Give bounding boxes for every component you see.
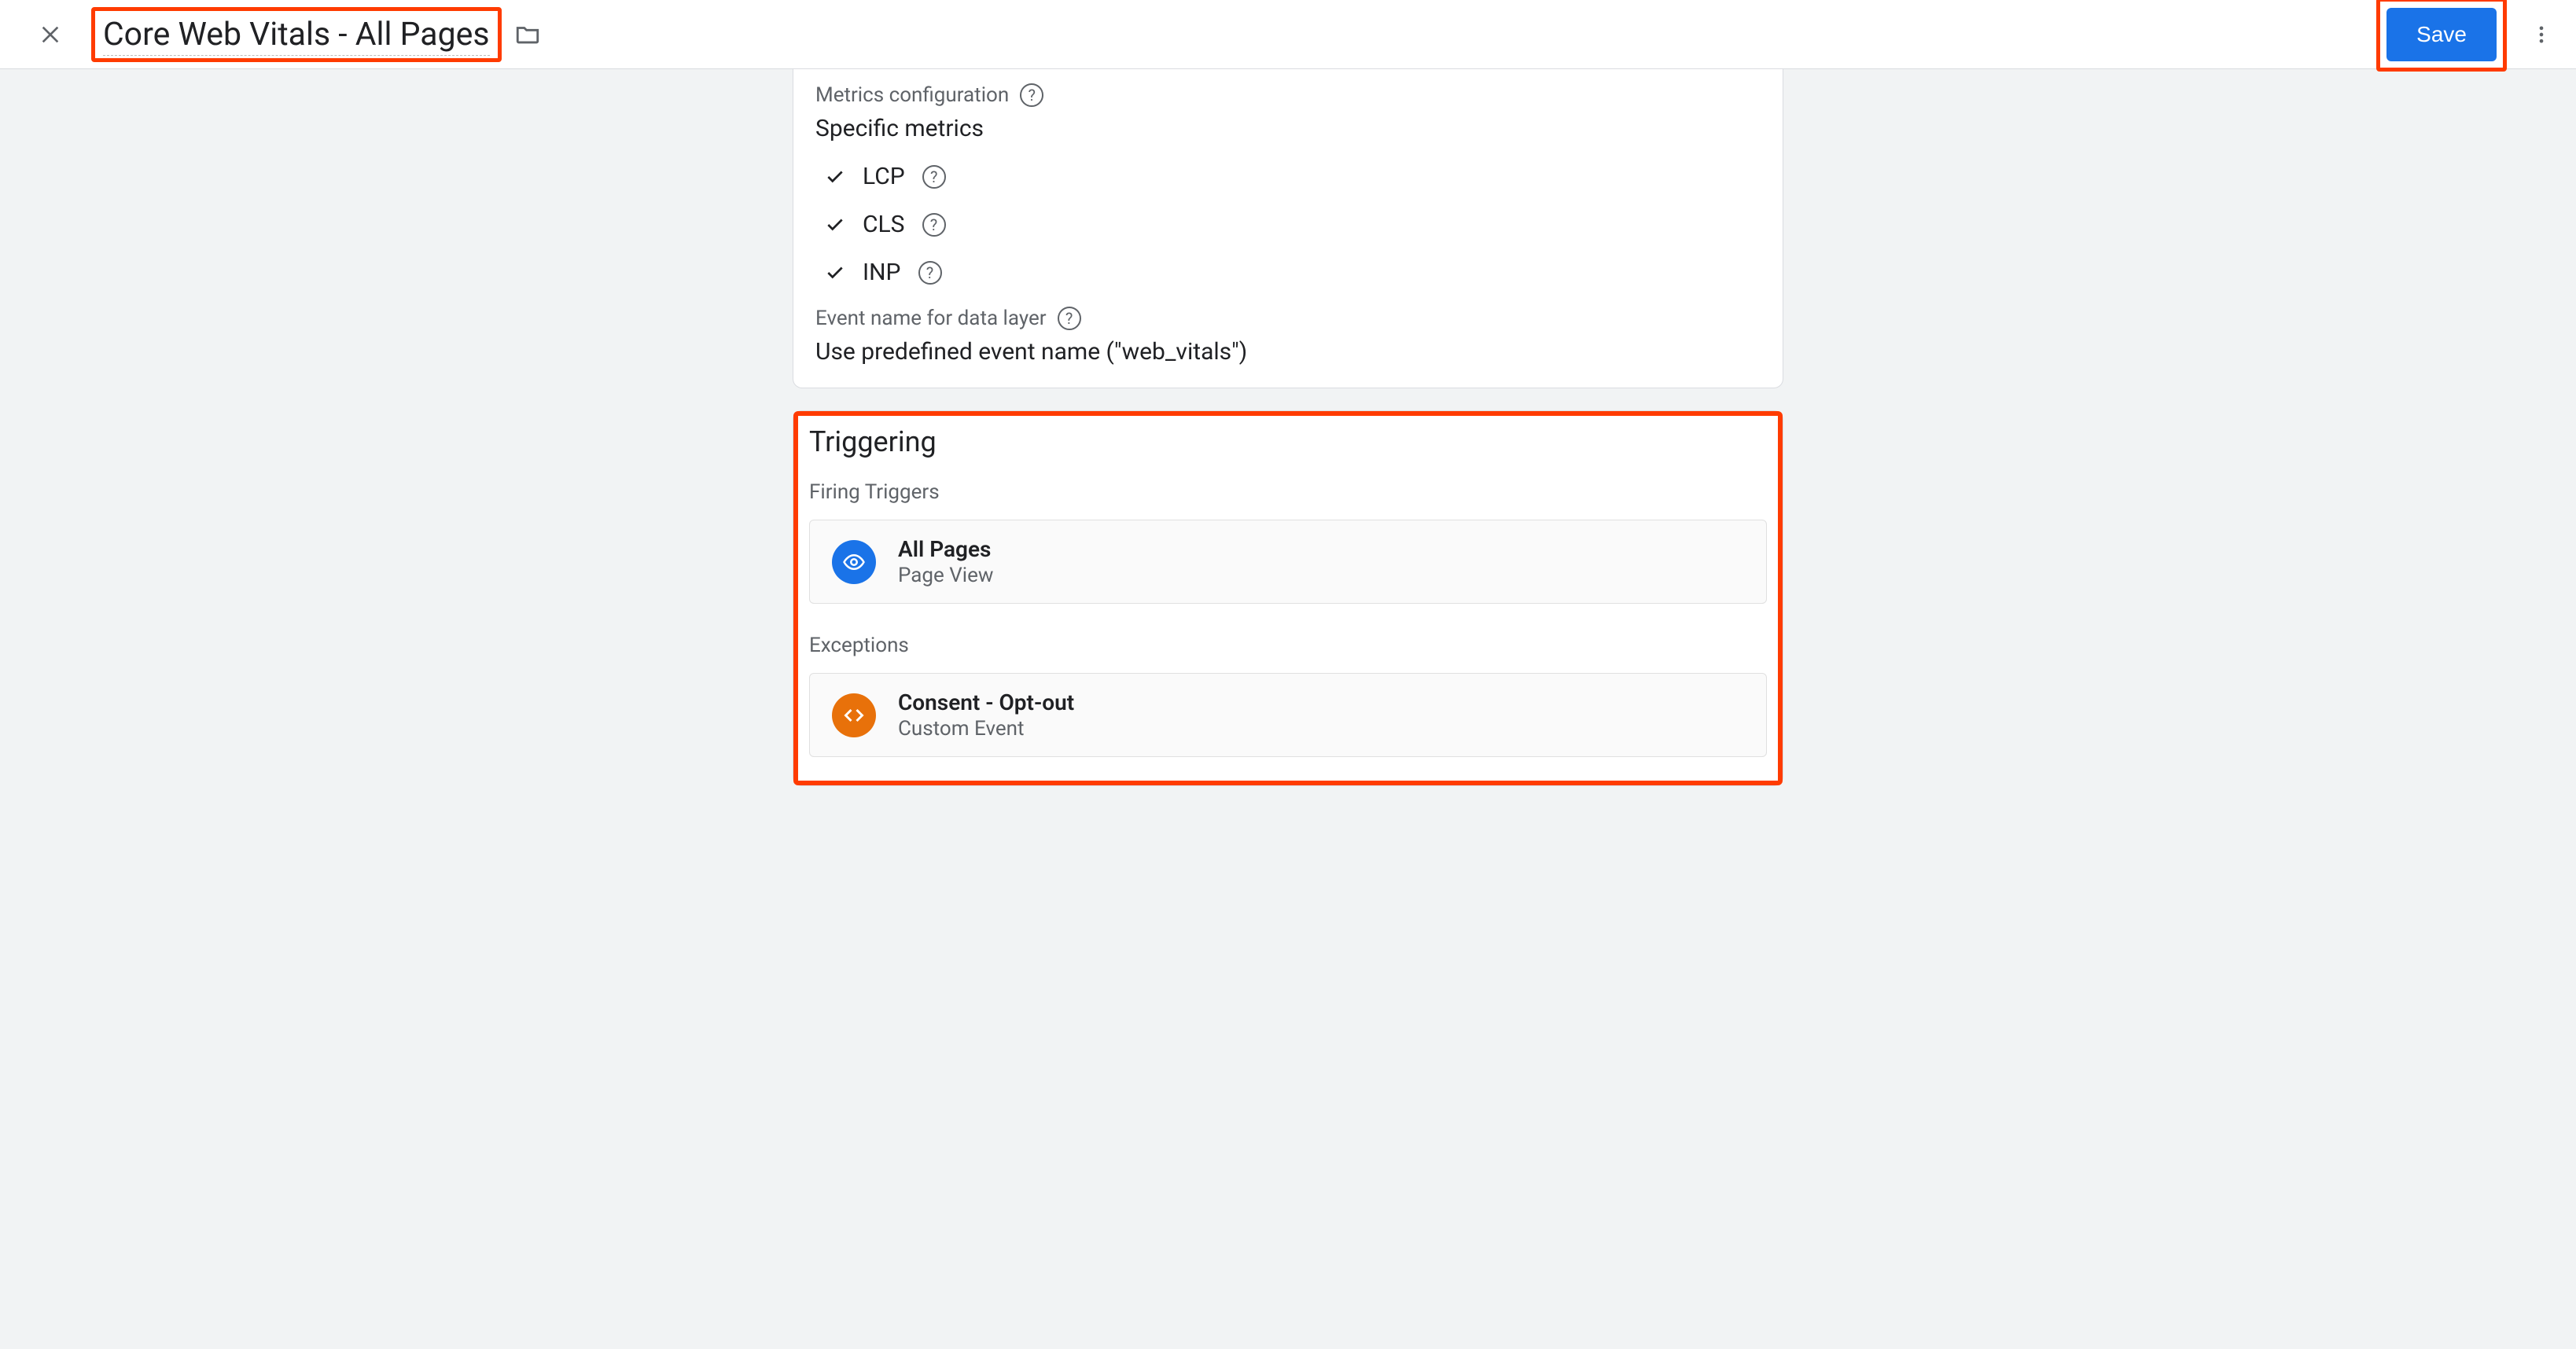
specific-metrics-label: Specific metrics — [815, 115, 1761, 142]
metric-name: CLS — [863, 211, 905, 238]
exception-trigger-row[interactable]: Consent - Opt-out Custom Event — [809, 673, 1767, 757]
title-highlight: Core Web Vitals - All Pages — [91, 7, 502, 62]
help-icon[interactable]: ? — [922, 165, 946, 189]
page-body: Metrics configuration ? Specific metrics… — [0, 69, 2576, 840]
help-icon[interactable]: ? — [922, 213, 946, 237]
custom-event-icon — [832, 693, 876, 737]
trigger-name: Consent - Opt-out — [898, 689, 1074, 715]
folder-button[interactable] — [514, 21, 541, 48]
metrics-config-label: Metrics configuration — [815, 83, 1009, 107]
trigger-type: Custom Event — [898, 717, 1074, 741]
save-highlight: Save — [2376, 0, 2507, 72]
metric-name: INP — [863, 259, 901, 286]
check-icon — [825, 167, 845, 187]
pageview-icon — [832, 540, 876, 584]
folder-icon — [514, 21, 541, 48]
firing-triggers-label: Firing Triggers — [809, 480, 1767, 504]
more-menu-button[interactable] — [2523, 16, 2560, 53]
help-icon[interactable]: ? — [918, 261, 942, 285]
firing-trigger-row[interactable]: All Pages Page View — [809, 520, 1767, 604]
check-icon — [825, 263, 845, 283]
header-bar: Core Web Vitals - All Pages Save — [0, 0, 2576, 69]
close-icon — [38, 22, 63, 47]
event-name-label: Event name for data layer — [815, 307, 1047, 330]
list-item: CLS ? — [825, 211, 1761, 238]
help-icon[interactable]: ? — [1020, 83, 1043, 107]
check-icon — [825, 215, 845, 235]
save-button[interactable]: Save — [2386, 8, 2497, 61]
trigger-name: All Pages — [898, 536, 993, 562]
list-item: INP ? — [825, 259, 1761, 286]
event-name-value: Use predefined event name ("web_vitals") — [815, 338, 1761, 366]
tag-name-input[interactable]: Core Web Vitals - All Pages — [103, 16, 490, 56]
trigger-type: Page View — [898, 564, 993, 587]
close-button[interactable] — [31, 16, 69, 53]
help-icon[interactable]: ? — [1058, 307, 1081, 330]
metrics-list: LCP ? CLS ? INP ? — [815, 163, 1761, 286]
triggering-highlight: Triggering Firing Triggers All Pages Pag… — [793, 411, 1783, 785]
metric-name: LCP — [863, 163, 905, 190]
triggering-heading: Triggering — [809, 425, 1767, 458]
exceptions-label: Exceptions — [809, 634, 1767, 657]
triggering-card: Triggering Firing Triggers All Pages Pag… — [793, 410, 1783, 786]
list-item: LCP ? — [825, 163, 1761, 190]
tag-config-card: Metrics configuration ? Specific metrics… — [793, 69, 1783, 388]
more-vert-icon — [2530, 24, 2552, 46]
